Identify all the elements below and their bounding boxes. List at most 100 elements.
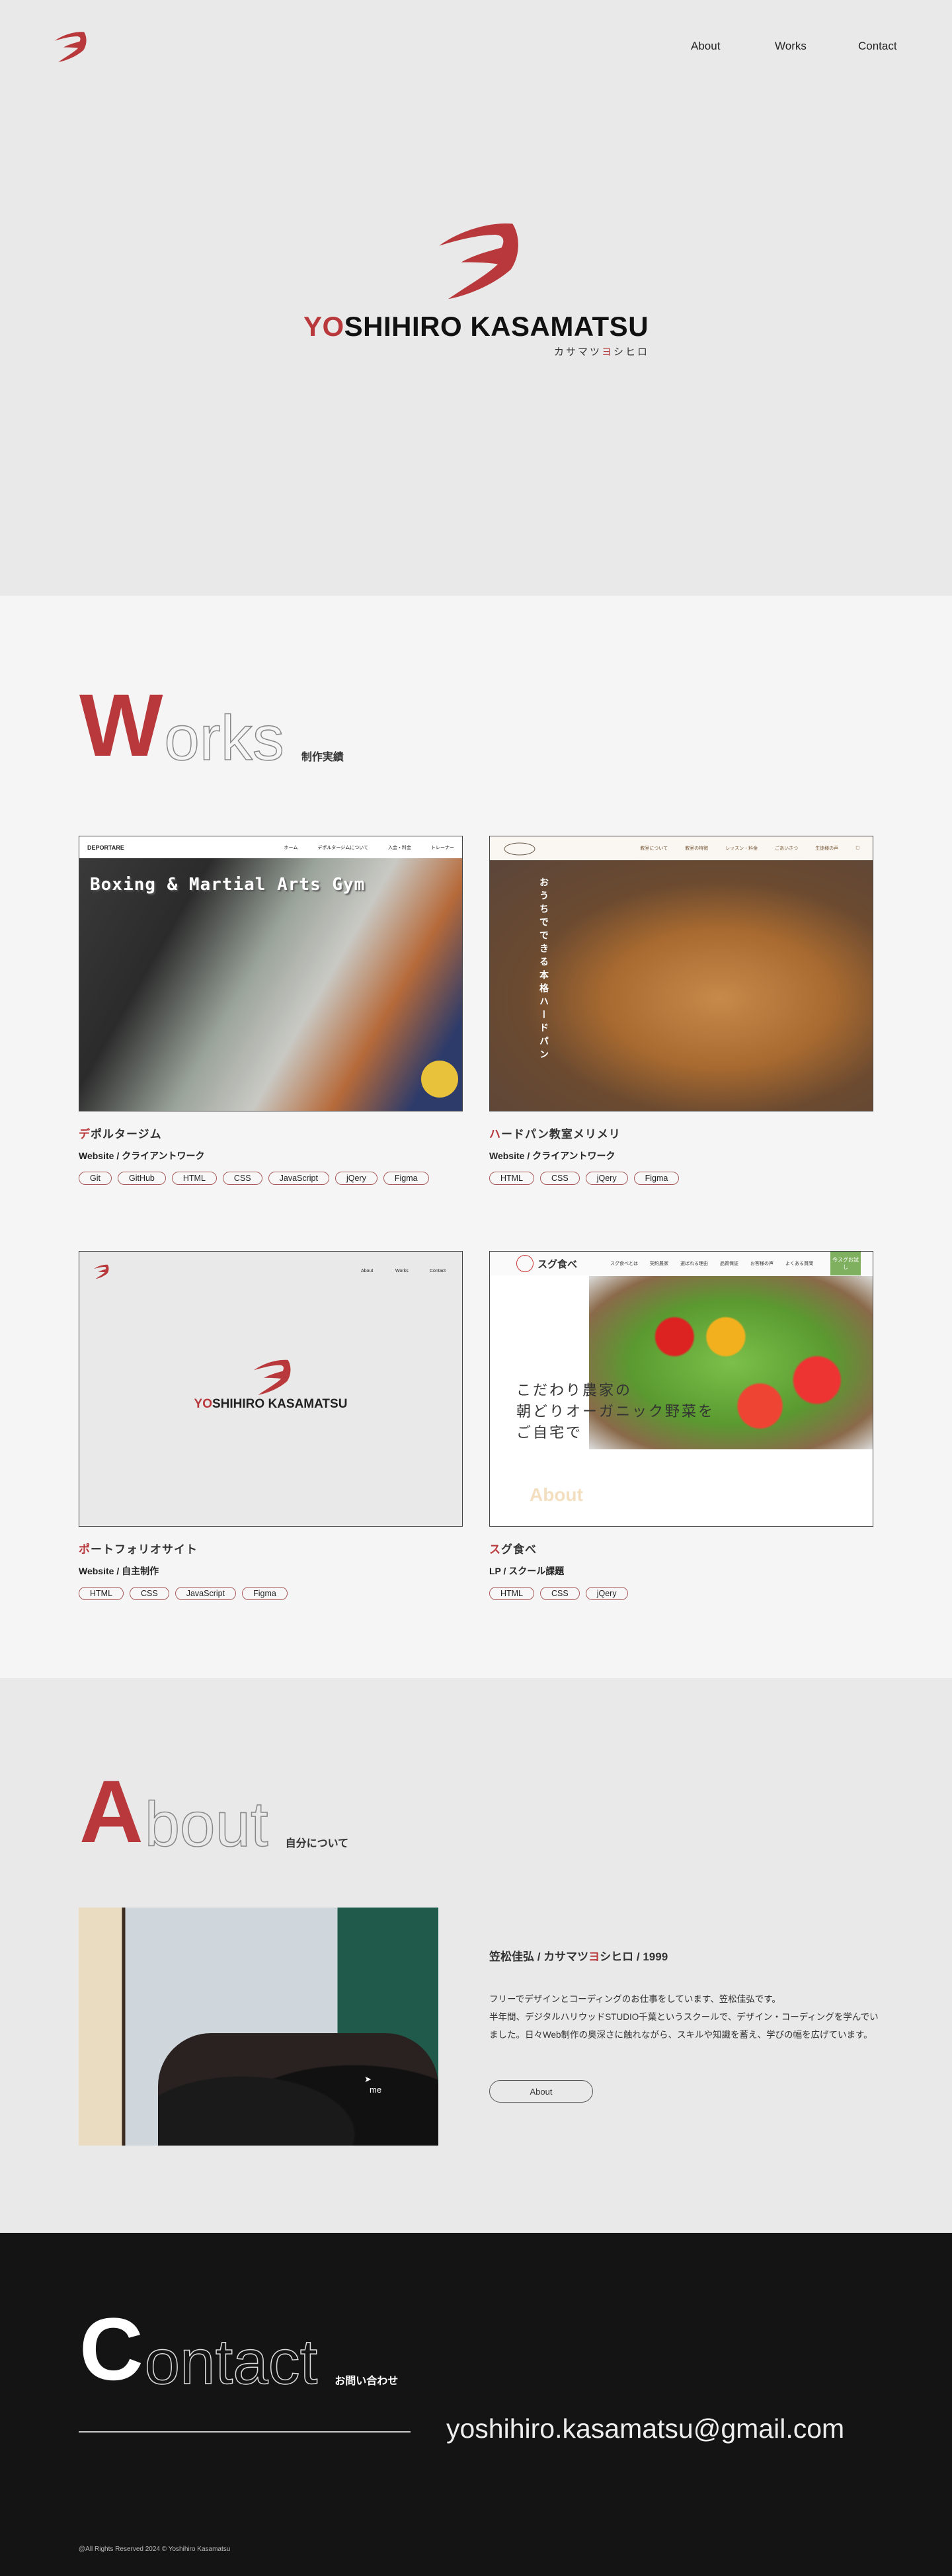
preview-nav-item: About	[361, 1269, 374, 1273]
preview-nav-item: 教室について	[640, 846, 668, 851]
bread-logo-icon	[504, 842, 536, 856]
heading-initial: W	[79, 676, 163, 775]
work-title: デポルタージム	[79, 1125, 463, 1141]
nav-works[interactable]: Works	[775, 40, 807, 53]
preview-headline: Boxing & Martial Arts Gym	[90, 875, 366, 895]
gym-photo	[79, 858, 462, 1111]
heading-sub: お問い合わせ	[335, 2376, 399, 2387]
heading-rest: ontact	[144, 2327, 318, 2397]
tag-list: Git GitHub HTML CSS JavaScript jQery Figma	[79, 1172, 463, 1185]
preview-hero-logo-icon	[250, 1357, 294, 1396]
hero-kana: カサマツヨシヒロ	[554, 344, 649, 358]
heading-sub: 自分について	[285, 1838, 349, 1849]
about-paragraph: フリーでデザインとコーディングのお仕事をしています、笠松佳弘です。 半年間、デジ…	[489, 1994, 879, 2040]
title-first: ハ	[489, 1128, 501, 1141]
preview-nav-item: 選ばれる理由	[680, 1262, 709, 1266]
preview-header: スグ食べ スグ食べとは 契約農家 選ばれる理由 品質保証 お客様の声 よくある質…	[490, 1252, 873, 1275]
about-photo: ➤ me	[79, 1908, 438, 2146]
preview-nav-item: 入会・料金	[388, 845, 411, 850]
cursor-icon: ➤	[364, 2074, 372, 2084]
copyright: @All Rights Reserved 2024 © Yoshihiro Ka…	[79, 2546, 231, 2553]
tech-tag: CSS	[130, 1587, 169, 1600]
work-category: Website / 自主制作	[79, 1566, 159, 1576]
tech-tag: JavaScript	[268, 1172, 329, 1185]
kana-accent: ヨ	[602, 346, 614, 358]
tech-tag: HTML	[171, 1172, 217, 1185]
photo-label: me	[370, 2085, 382, 2095]
tech-tag: CSS	[222, 1172, 262, 1185]
title-first: デ	[79, 1128, 91, 1141]
preview-header: DEPORTARE ホーム デポルタージムについて 入会・料金 トレーナー	[79, 836, 462, 858]
tech-tag: CSS	[540, 1172, 580, 1185]
email-link[interactable]: yoshihiro.kasamatsu@gmail.com	[446, 2413, 844, 2444]
name-rest: SHIHIRO KASAMATSU	[344, 311, 649, 342]
tech-tag: CSS	[540, 1587, 580, 1600]
instagram-icon: ◻	[855, 846, 859, 850]
preview-nav-item: 契約農家	[650, 1262, 669, 1266]
about-heading: About 自分について	[79, 1768, 348, 1857]
title-first: ス	[489, 1543, 501, 1556]
kana-b: シヒロ	[614, 346, 650, 358]
work-thumbnail[interactable]: DEPORTARE ホーム デポルタージムについて 入会・料金 トレーナー Bo…	[79, 836, 463, 1111]
tag-list: HTML CSS jQery Figma	[489, 1172, 873, 1185]
work-title: スグ食べ	[489, 1540, 873, 1556]
preview-nav-item: お客様の声	[750, 1262, 774, 1266]
preview-header: 教室について 教室の特徴 レッスン・料金 ごあいさつ 生徒様の声 ◻	[490, 836, 873, 860]
preview-name-accent: YO	[194, 1397, 212, 1411]
name-accent: YO	[303, 311, 344, 342]
divider	[79, 2431, 411, 2433]
work-thumbnail[interactable]: About Works Contact YOSHIHIRO KASAMATSU	[79, 1251, 463, 1527]
contact-heading: Contact お問い合わせ	[79, 2306, 399, 2397]
tech-tag: Figma	[633, 1172, 680, 1185]
work-card-merimeri[interactable]: 教室について 教室の特徴 レッスン・料金 ごあいさつ 生徒様の声 ◻ おうちでで…	[489, 836, 873, 1185]
group-figures	[158, 2033, 438, 2146]
preview-nav-item: よくある質問	[785, 1262, 814, 1266]
preview-nav-item: デポルタージムについて	[317, 845, 368, 850]
name-a: 笠松佳弘 / カサマツ	[489, 1951, 589, 1963]
work-card-sugutabe[interactable]: スグ食べ スグ食べとは 契約農家 選ばれる理由 品質保証 お客様の声 よくある質…	[489, 1251, 873, 1600]
work-category: Website / クライアントワーク	[489, 1150, 615, 1161]
hero-section: About Works Contact YOSHIHIRO KASAMATSU …	[0, 0, 952, 596]
preview-name: YOSHIHIRO KASAMATSU	[79, 1397, 462, 1412]
title-rest: ードパン教室メリメリ	[501, 1128, 621, 1141]
hero-name: YOSHIHIRO KASAMATSU	[0, 311, 952, 342]
preview-brand: DEPORTARE	[87, 844, 124, 851]
work-card-portfolio[interactable]: About Works Contact YOSHIHIRO KASAMATSU …	[79, 1251, 463, 1600]
preview-headline: こだわり農家の 朝どりオーガニック野菜を ご自宅で	[516, 1383, 715, 1441]
preview-nav-item: Works	[395, 1269, 409, 1273]
tech-tag: HTML	[79, 1587, 124, 1600]
work-card-deportare[interactable]: DEPORTARE ホーム デポルタージムについて 入会・料金 トレーナー Bo…	[79, 836, 463, 1185]
preview-nav-item: Contact	[430, 1269, 446, 1273]
title-rest: ートフォリオサイト	[91, 1543, 198, 1556]
preview-name-rest: SHIHIRO KASAMATSU	[212, 1397, 348, 1411]
tech-tag: JavaScript	[175, 1587, 237, 1600]
preview-nav-item: レッスン・料金	[725, 846, 758, 851]
sugutabe-logo-icon	[516, 1255, 534, 1272]
preview-logo-icon	[93, 1264, 110, 1279]
title-rest: グ食べ	[501, 1543, 537, 1556]
about-button[interactable]: About	[489, 2080, 593, 2103]
heading-sub: 制作実績	[301, 752, 344, 763]
work-title: ポートフォリオサイト	[79, 1540, 463, 1556]
works-heading: Works 制作実績	[79, 676, 344, 775]
tech-tag: jQery	[335, 1172, 377, 1185]
preview-nav-item: スグ食べとは	[610, 1262, 639, 1266]
preview-nav-item: 品質保証	[720, 1262, 739, 1266]
contact-section: Contact お問い合わせ	[0, 2233, 952, 2576]
preview-brand: スグ食べ	[537, 1258, 578, 1270]
preview-badge	[421, 1061, 458, 1098]
nav-about[interactable]: About	[691, 40, 720, 53]
nav-contact[interactable]: Contact	[858, 40, 897, 53]
tech-tag: Figma	[242, 1587, 288, 1600]
tech-tag: jQery	[585, 1172, 628, 1185]
preview-nav-item: ごあいさつ	[775, 846, 799, 851]
heading-initial: A	[79, 1763, 143, 1861]
preview-section-title: About	[530, 1484, 583, 1505]
heading-rest: orks	[164, 703, 285, 774]
tag-list: HTML CSS jQery	[489, 1587, 873, 1600]
title-first: ポ	[79, 1543, 91, 1556]
work-thumbnail[interactable]: 教室について 教室の特徴 レッスン・料金 ごあいさつ 生徒様の声 ◻ おうちでで…	[489, 836, 873, 1111]
site-logo-icon[interactable]	[52, 30, 89, 63]
work-thumbnail[interactable]: スグ食べ スグ食べとは 契約農家 選ばれる理由 品質保証 お客様の声 よくある質…	[489, 1251, 873, 1527]
title-rest: ポルタージム	[91, 1128, 162, 1141]
